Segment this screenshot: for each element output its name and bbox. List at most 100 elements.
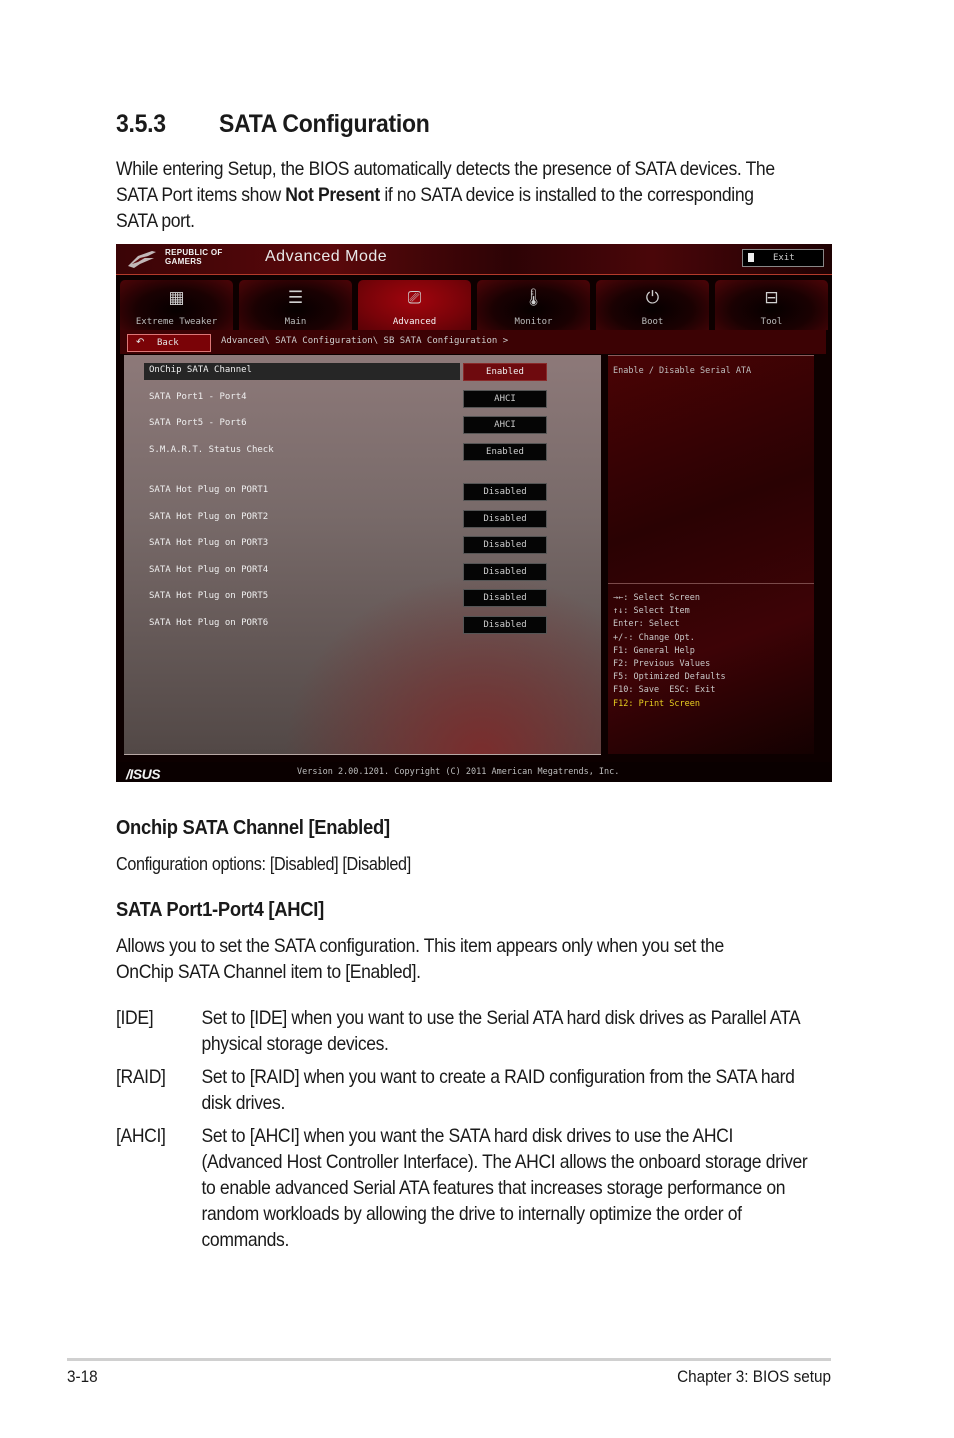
option-key: [AHCI] [116, 1125, 166, 1147]
setting-label: SATA Hot Plug on PORT5 [149, 591, 269, 601]
toolbox-icon: ⊟ [764, 288, 779, 308]
setting-row-port1-4[interactable]: SATA Port1 - Port4 AHCI [124, 390, 601, 408]
key-hint-print-screen: F12: Print Screen [613, 698, 700, 709]
help-panel: Enable / Disable Serial ATA →←: Select S… [608, 355, 814, 754]
key-hint: F2: Previous Values [613, 659, 711, 670]
navigation-bar: ↶ Back Advanced\ SATA Configuration\ SB … [120, 330, 826, 354]
setting-label: SATA Hot Plug on PORT1 [149, 485, 269, 495]
bios-screenshot: REPUBLIC OF GAMERS Advanced Mode Exit ▦ … [116, 244, 832, 782]
setting-value-button[interactable]: Disabled [463, 616, 547, 634]
breadcrumb: Advanced\ SATA Configuration\ SB SATA Co… [221, 336, 509, 346]
setting-row-smart[interactable]: S.M.A.R.T. Status Check Enabled [124, 443, 601, 461]
bios-header: REPUBLIC OF GAMERS Advanced Mode Exit [116, 244, 832, 275]
manual-page: 3.5.3 SATA Configuration While entering S… [0, 0, 954, 1438]
bios-tabs: ▦ Extreme Tweaker ☰ Main ⎚ Advanced 🌡 Mo… [120, 280, 830, 330]
setting-label: SATA Hot Plug on PORT2 [149, 512, 269, 522]
tab-advanced[interactable]: ⎚ Advanced [358, 280, 471, 330]
tab-label: Boot [641, 317, 664, 327]
key-hint: F10: Save ESC: Exit [613, 685, 716, 696]
power-icon: ⏻ [645, 288, 660, 308]
exit-door-icon [748, 253, 754, 262]
port14-text: Allows you to set the SATA configuration… [116, 935, 724, 983]
setting-value-button[interactable]: Enabled [463, 443, 547, 461]
tab-extreme-tweaker[interactable]: ▦ Extreme Tweaker [120, 280, 233, 330]
tab-label: Main [284, 317, 307, 327]
setting-label: OnChip SATA Channel [149, 365, 252, 375]
setting-label: SATA Hot Plug on PORT4 [149, 565, 269, 575]
setting-row-hotplug-6[interactable]: SATA Hot Plug on PORT6 Disabled [124, 616, 601, 634]
setting-value-button[interactable]: AHCI [463, 416, 547, 434]
chapter-title: Chapter 3: BIOS setup [677, 1367, 831, 1386]
advanced-info-icon: ⎚ [407, 288, 422, 308]
section-title: 3.5.3 SATA Configuration [116, 110, 430, 139]
setting-value-button[interactable]: Disabled [463, 510, 547, 528]
footer-divider [67, 1358, 831, 1361]
tab-label: Advanced [392, 317, 437, 327]
setting-row-hotplug-2[interactable]: SATA Hot Plug on PORT2 Disabled [124, 510, 601, 528]
tab-tool[interactable]: ⊟ Tool [715, 280, 828, 330]
setting-label: SATA Port5 - Port6 [149, 418, 247, 428]
asus-logo: /ISUS [126, 766, 161, 782]
setting-row-hotplug-5[interactable]: SATA Hot Plug on PORT5 Disabled [124, 589, 601, 607]
thermometer-icon: 🌡 [522, 288, 545, 308]
exit-button[interactable]: Exit [742, 249, 824, 267]
key-hint: +/-: Change Opt. [613, 632, 695, 643]
option-key: [IDE] [116, 1007, 154, 1029]
tab-boot[interactable]: ⏻ Boot [596, 280, 709, 330]
rog-logo-icon [128, 251, 156, 268]
key-hint: Enter: Select [613, 619, 680, 630]
tab-monitor[interactable]: 🌡 Monitor [477, 280, 590, 330]
key-hint: F1: General Help [613, 645, 695, 656]
key-hint: ↑↓: Select Item [613, 606, 690, 617]
setting-row-port5-6[interactable]: SATA Port5 - Port6 AHCI [124, 416, 601, 434]
setting-value-button[interactable]: AHCI [463, 390, 547, 408]
setting-label: SATA Hot Plug on PORT3 [149, 538, 269, 548]
version-text: Version 2.00.1201. Copyright (C) 2011 Am… [297, 767, 620, 777]
section-heading: SATA Configuration [219, 110, 430, 138]
setting-label: SATA Port1 - Port4 [149, 392, 247, 402]
tab-label: Monitor [514, 317, 553, 327]
onchip-text: Configuration options: [Disabled] [Disab… [116, 854, 411, 874]
bios-footer: /ISUS Version 2.00.1201. Copyright (C) 2… [116, 762, 832, 782]
back-arrow-icon: ↶ [136, 337, 145, 348]
intro-bold: Not Present [285, 184, 380, 206]
key-hint: F5: Optimized Defaults [613, 672, 726, 683]
option-description: Set to [RAID] when you want to create a … [201, 1066, 795, 1114]
option-key: [RAID] [116, 1066, 166, 1088]
page-number: 3-18 [67, 1367, 98, 1386]
brand-line-2: GAMERS [165, 257, 202, 266]
list-icon: ☰ [287, 288, 304, 308]
cpu-cooler-icon: ▦ [168, 288, 185, 308]
intro-paragraph: While entering Setup, the BIOS automatic… [116, 156, 782, 234]
option-description: Set to [IDE] when you want to use the Se… [201, 1007, 800, 1055]
rog-brand-text: REPUBLIC OF GAMERS [165, 248, 223, 266]
help-description: Enable / Disable Serial ATA [613, 366, 752, 376]
setting-value-button[interactable]: Disabled [463, 563, 547, 581]
setting-value-button[interactable]: Disabled [463, 589, 547, 607]
divider [608, 583, 814, 584]
exit-label: Exit [773, 253, 795, 263]
setting-value-button[interactable]: Enabled [463, 363, 547, 381]
brand-line-1: REPUBLIC OF [165, 248, 223, 257]
setting-row-hotplug-1[interactable]: SATA Hot Plug on PORT1 Disabled [124, 483, 601, 501]
section-number: 3.5.3 [116, 110, 166, 138]
back-label: Back [157, 338, 179, 348]
option-description: Set to [AHCI] when you want the SATA har… [201, 1125, 808, 1251]
setting-value-button[interactable]: Disabled [463, 483, 547, 501]
divider [608, 355, 814, 356]
setting-row-hotplug-3[interactable]: SATA Hot Plug on PORT3 Disabled [124, 536, 601, 554]
tab-label: Tool [760, 317, 783, 327]
setting-label: S.M.A.R.T. Status Check [149, 445, 274, 455]
setting-row-hotplug-4[interactable]: SATA Hot Plug on PORT4 Disabled [124, 563, 601, 581]
tab-label: Extreme Tweaker [135, 317, 218, 327]
mode-title: Advanced Mode [265, 248, 388, 265]
setting-row-onchip-sata[interactable]: OnChip SATA Channel Enabled [124, 363, 601, 381]
onchip-heading: Onchip SATA Channel [Enabled] [116, 817, 390, 839]
port14-heading: SATA Port1-Port4 [AHCI] [116, 899, 324, 921]
setting-value-button[interactable]: Disabled [463, 536, 547, 554]
tab-main[interactable]: ☰ Main [239, 280, 352, 330]
key-legend: →←: Select Screen ↑↓: Select Item Enter: S… [613, 592, 726, 711]
back-button[interactable]: ↶ Back [127, 334, 211, 352]
settings-panel: OnChip SATA Channel Enabled SATA Port1 -… [124, 355, 601, 755]
key-hint: →←: Select Screen [613, 593, 700, 603]
